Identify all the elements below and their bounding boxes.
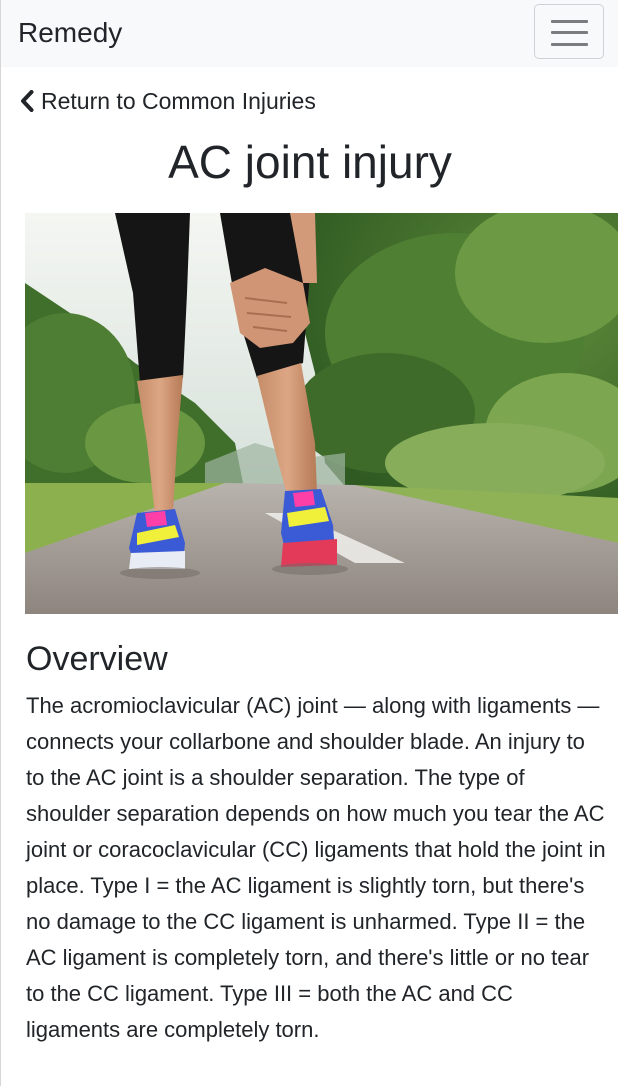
page-title: AC joint injury <box>168 136 452 188</box>
overview-text: The acromioclavicular (AC) joint — along… <box>26 693 606 1042</box>
back-link-label: Return to Common Injuries <box>41 87 316 114</box>
back-link[interactable]: Return to Common Injuries <box>19 86 316 116</box>
hero-image <box>25 213 618 614</box>
navbar-toggle-button[interactable] <box>534 4 604 59</box>
brand-link[interactable]: Remedy <box>18 15 122 51</box>
chevron-left-icon <box>19 90 35 112</box>
overview-heading: Overview <box>26 640 168 678</box>
page: Remedy Return to Common Injuries AC join… <box>0 0 618 1086</box>
navbar: Remedy <box>1 0 618 67</box>
